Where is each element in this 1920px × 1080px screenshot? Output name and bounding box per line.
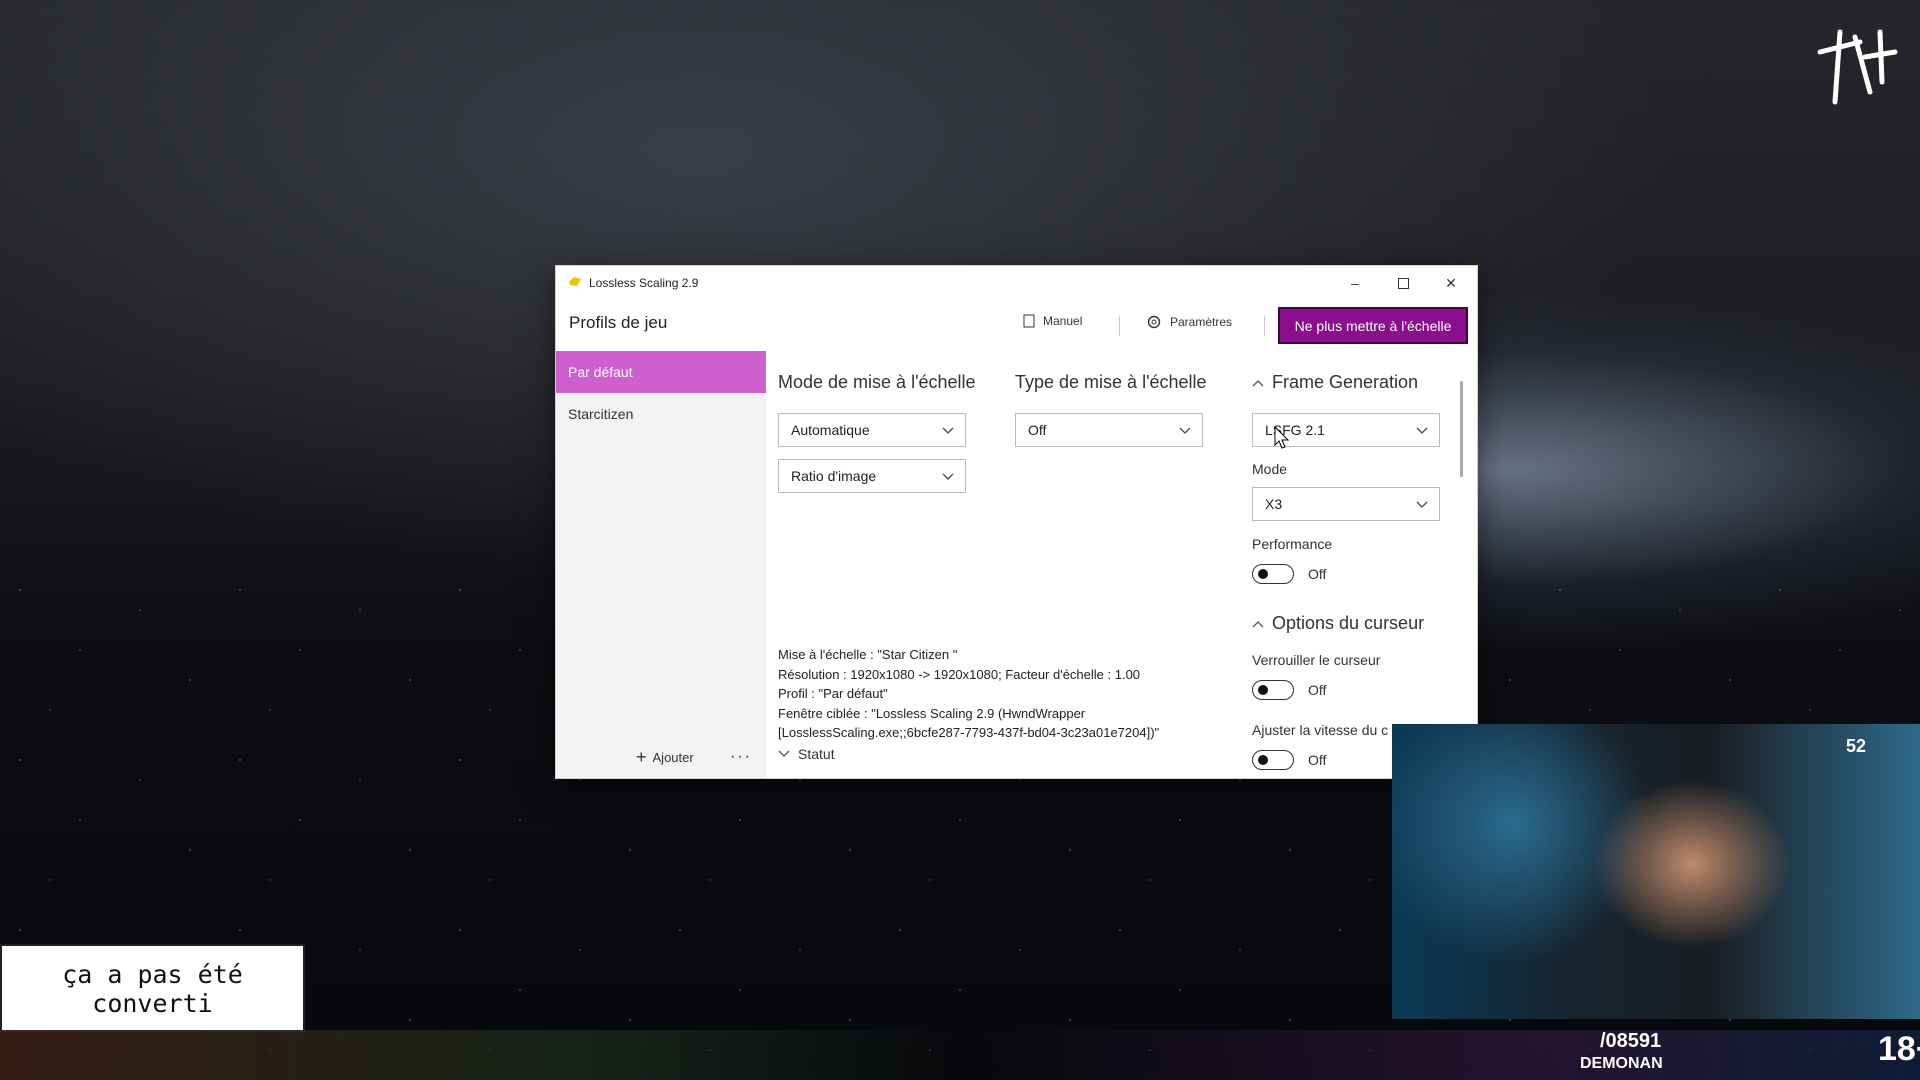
add-label: Ajouter xyxy=(652,750,694,765)
lock-cursor-toggle[interactable] xyxy=(1252,680,1294,700)
chevron-up-icon xyxy=(1252,620,1264,627)
status-line: Mise à l'échelle : "Star Citizen " xyxy=(778,647,958,662)
stop-scaling-button[interactable]: Ne plus mettre à l'échelle xyxy=(1278,307,1468,344)
scaling-type-select[interactable]: Off xyxy=(1015,413,1203,447)
cursor-options-header[interactable]: Options du curseur xyxy=(1252,613,1424,634)
frame-generation-header[interactable]: Frame Generation xyxy=(1252,372,1418,393)
chevron-up-icon xyxy=(1252,379,1264,386)
status-toggle-label: Statut xyxy=(798,746,835,762)
gear-icon xyxy=(1147,315,1161,329)
minimize-icon[interactable]: – xyxy=(1331,266,1379,300)
scrollbar[interactable] xyxy=(1460,381,1463,477)
add-profile-button[interactable]: + Ajouter xyxy=(636,747,694,768)
mouse-cursor-icon xyxy=(1274,426,1290,449)
app-window: Lossless Scaling 2.9 – ✕ Profils de jeu … xyxy=(555,265,1478,779)
status-toggle[interactable]: Statut xyxy=(778,746,835,762)
status-line: Résolution : 1920x1080 -> 1920x1080; Fac… xyxy=(778,666,1141,682)
sidebar-item-starcitizen[interactable]: Starcitizen xyxy=(556,393,766,435)
caption-box: ça a pas été converti ... xyxy=(0,944,305,1047)
status-line: Fenêtre ciblée : "Lossless Scaling 2.9 (… xyxy=(778,705,1086,721)
cursor-speed-toggle[interactable] xyxy=(1252,750,1294,770)
mode-label: Mode xyxy=(1252,461,1288,477)
frame-generation-title: Frame Generation xyxy=(1272,372,1419,392)
page-title: Profils de jeu xyxy=(569,313,668,332)
scaling-mode-select[interactable]: Automatique xyxy=(778,413,966,447)
chevron-down-icon xyxy=(1416,427,1428,434)
scaling-type-value: Off xyxy=(1028,422,1047,438)
plus-icon: + xyxy=(636,747,647,767)
manual-label: Manuel xyxy=(1043,314,1083,328)
status-line: Profil : "Par défaut" xyxy=(778,686,888,701)
document-icon xyxy=(1023,314,1035,328)
lock-cursor-label: Verrouiller le curseur xyxy=(1252,652,1381,668)
maximize-icon[interactable] xyxy=(1379,266,1427,300)
close-icon[interactable]: ✕ xyxy=(1427,266,1475,300)
status-panel: Mise à l'échelle : "Star Citizen " Résol… xyxy=(778,645,1159,743)
chevron-down-icon xyxy=(942,427,954,434)
settings-label: Paramètres xyxy=(1170,315,1233,329)
viewer-count: 52 xyxy=(1846,736,1867,756)
mode-select[interactable]: X3 xyxy=(1252,487,1440,521)
title-bar: Lossless Scaling 2.9 – ✕ xyxy=(556,266,1477,300)
channel-logo-icon xyxy=(1817,29,1898,105)
settings-button[interactable]: Paramètres xyxy=(1146,314,1232,330)
status-line: [LosslessScaling.exe;;6bcfe287-7793-437f… xyxy=(778,725,1160,740)
lock-cursor-value: Off xyxy=(1308,682,1327,698)
manual-button[interactable]: Manuel xyxy=(1023,314,1082,328)
scaling-mode-header: Mode de mise à l'échelle xyxy=(778,372,976,392)
profiles-sidebar: Par défaut Starcitizen + Ajouter ··· xyxy=(556,351,766,778)
age-rating-badge: 18+ xyxy=(1878,1030,1920,1068)
performance-value: Off xyxy=(1308,566,1327,582)
app-icon xyxy=(569,277,581,286)
webcam-overlay xyxy=(1392,724,1920,1019)
cursor-speed-value: Off xyxy=(1308,752,1327,768)
aspect-ratio-value: Ratio d'image xyxy=(791,468,877,484)
chevron-down-icon xyxy=(1179,427,1191,434)
cursor-options-title: Options du curseur xyxy=(1272,613,1425,633)
strip-text: DEMONAN xyxy=(1580,1055,1663,1072)
chevron-down-icon xyxy=(1416,501,1428,508)
divider xyxy=(1264,316,1265,336)
divider xyxy=(1119,316,1120,336)
chevron-down-icon xyxy=(942,473,954,480)
more-options-icon[interactable]: ··· xyxy=(730,748,752,766)
scaling-type-header: Type de mise à l'échelle xyxy=(1015,372,1207,392)
performance-label: Performance xyxy=(1252,536,1333,552)
mode-value: X3 xyxy=(1265,496,1283,512)
cursor-speed-label: Ajuster la vitesse du c xyxy=(1252,722,1389,738)
strip-text: /08591 xyxy=(1600,1030,1662,1052)
window-title: Lossless Scaling 2.9 xyxy=(589,276,699,290)
sidebar-item-default[interactable]: Par défaut xyxy=(556,351,766,393)
chevron-down-icon xyxy=(778,750,790,757)
performance-toggle[interactable] xyxy=(1252,564,1294,584)
aspect-ratio-select[interactable]: Ratio d'image xyxy=(778,459,966,493)
scaling-mode-value: Automatique xyxy=(791,422,870,438)
caption-text: ça a pas été converti xyxy=(62,960,243,1018)
